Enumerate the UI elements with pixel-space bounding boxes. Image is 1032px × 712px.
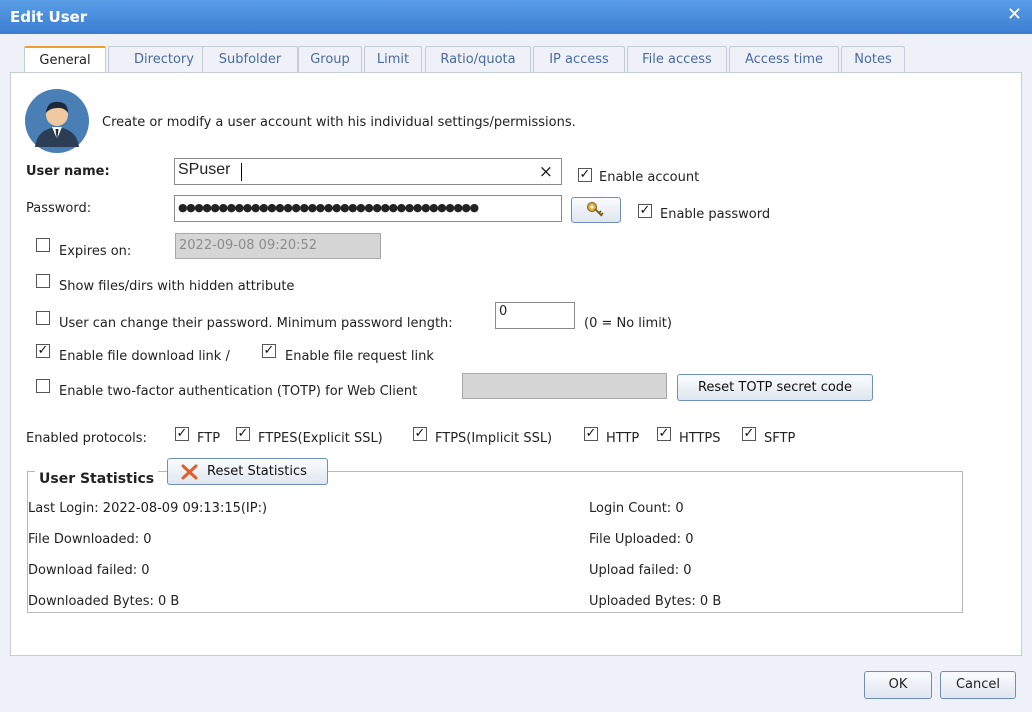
password-input[interactable]: ●●●●●●●●●●●●●●●●●●●●●●●●●●●●●●●●●●●●● [174,195,562,222]
reset-statistics-label: Reset Statistics [207,464,307,479]
expires-label: Expires on: [59,244,132,259]
tab-general[interactable]: General [24,46,106,74]
user-statistics-title: User Statistics [35,471,159,487]
enable-password-checkbox[interactable]: ✓ [638,204,652,218]
min-password-length-value: 0 [499,304,508,319]
last-login-text: Last Login: 2022-08-09 09:13:15(IP:) [28,501,268,516]
totp-checkbox[interactable] [36,379,50,393]
expires-input[interactable]: 2022-09-08 09:20:52 [175,233,381,259]
tab-ip-access[interactable]: IP access [533,46,625,72]
protocol-ftp-label: FTP [197,431,221,446]
reset-totp-button[interactable]: Reset TOTP secret code [677,374,873,401]
username-input[interactable]: SPuser × [174,158,562,185]
password-label: Password: [26,201,92,216]
expires-checkbox[interactable] [36,238,50,252]
generate-password-button[interactable] [571,197,621,223]
file-downloaded-text: File Downloaded: 0 [28,532,152,547]
enable-account-label: Enable account [599,170,700,185]
show-hidden-label: Show files/dirs with hidden attribute [59,279,295,294]
protocol-http-label: HTTP [606,431,640,446]
title-bar: Edit User ✕ [0,0,1032,34]
expires-value: 2022-09-08 09:20:52 [179,238,318,253]
min-password-length-input[interactable]: 0 [495,302,575,329]
protocol-https-label: HTTPS [679,431,721,446]
file-uploaded-text: File Uploaded: 0 [589,532,694,547]
password-value: ●●●●●●●●●●●●●●●●●●●●●●●●●●●●●●●●●●●●● [178,201,479,214]
change-password-label: User can change their password. Minimum … [59,316,453,331]
request-link-label: Enable file request link [285,349,434,364]
user-statistics-group: Last Login: 2022-08-09 09:13:15(IP:) Log… [27,471,963,613]
totp-label: Enable two-factor authentication (TOTP) … [59,384,418,399]
login-count-text: Login Count: 0 [589,501,684,516]
protocol-ftp-checkbox[interactable]: ✓ [175,427,189,441]
reset-statistics-button[interactable]: Reset Statistics [167,458,328,485]
enable-account-checkbox[interactable]: ✓ [578,168,592,182]
protocols-label: Enabled protocols: [26,431,147,446]
tab-notes[interactable]: Notes [841,46,905,72]
upload-failed-text: Upload failed: 0 [589,563,692,578]
min-password-note: (0 = No limit) [584,316,672,331]
download-link-label: Enable file download link / [59,349,230,364]
download-link-checkbox[interactable]: ✓ [36,344,50,358]
tab-file-access[interactable]: File access [627,46,727,72]
window-title: Edit User [10,8,88,26]
protocol-sftp-checkbox[interactable]: ✓ [742,427,756,441]
text-cursor [241,163,242,181]
username-label: User name: [26,164,110,179]
tab-group[interactable]: Group [298,46,362,72]
protocol-sftp-label: SFTP [764,431,796,446]
close-icon[interactable]: ✕ [1007,4,1022,25]
intro-text: Create or modify a user account with his… [102,115,576,130]
enable-password-label: Enable password [660,207,771,222]
ok-button[interactable]: OK [864,671,932,699]
protocol-ftps-checkbox[interactable]: ✓ [413,427,427,441]
change-password-checkbox[interactable] [36,311,50,325]
user-avatar-icon [25,89,89,153]
protocol-ftpes-checkbox[interactable]: ✓ [236,427,250,441]
uploaded-bytes-text: Uploaded Bytes: 0 B [589,594,722,609]
tab-ratio-quota[interactable]: Ratio/quota [425,46,531,72]
protocol-ftps-label: FTPS(Implicit SSL) [435,431,553,446]
username-value: SPuser [178,161,231,178]
cancel-button[interactable]: Cancel [940,671,1016,699]
totp-secret-input[interactable] [462,373,667,399]
download-failed-text: Download failed: 0 [28,563,150,578]
key-icon [586,201,606,223]
protocol-https-checkbox[interactable]: ✓ [657,427,671,441]
request-link-checkbox[interactable]: ✓ [262,344,276,358]
tab-access-time[interactable]: Access time [729,46,839,72]
tab-subfolder[interactable]: Subfolder [202,46,298,72]
protocol-http-checkbox[interactable]: ✓ [584,427,598,441]
general-panel: Create or modify a user account with his… [10,72,1022,656]
protocol-ftpes-label: FTPES(Explicit SSL) [258,431,383,446]
tab-limit[interactable]: Limit [364,46,422,72]
show-hidden-checkbox[interactable] [36,274,50,288]
reset-x-icon [181,464,199,484]
downloaded-bytes-text: Downloaded Bytes: 0 B [28,594,180,609]
clear-icon[interactable]: × [539,162,553,182]
